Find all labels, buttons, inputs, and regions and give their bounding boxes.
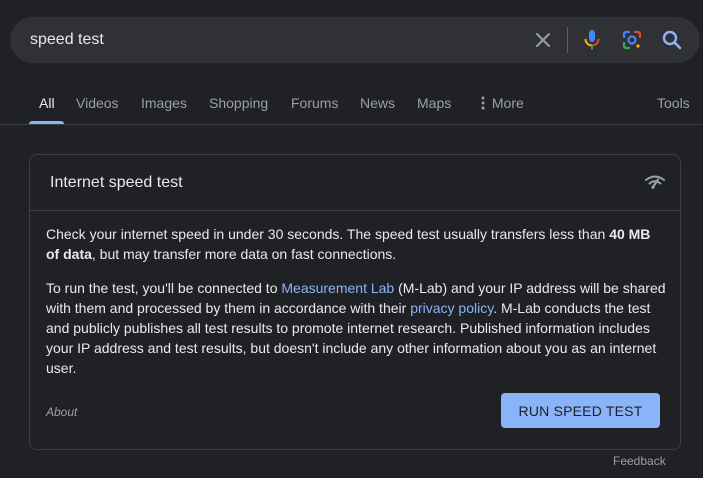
microphone-icon[interactable]: [580, 28, 604, 52]
search-icon[interactable]: [660, 28, 684, 52]
intro-paragraph: Check your internet speed in under 30 se…: [46, 224, 666, 264]
tab-more[interactable]: More: [478, 84, 524, 124]
tab-all[interactable]: All: [39, 84, 55, 124]
wifi-signal-icon: [645, 175, 665, 189]
tab-images[interactable]: Images: [141, 84, 187, 124]
privacy-paragraph: To run the test, you'll be connected to …: [46, 278, 666, 378]
tab-tools[interactable]: Tools: [657, 84, 690, 124]
camera-lens-icon[interactable]: [620, 28, 644, 52]
feedback-link[interactable]: Feedback: [613, 454, 666, 468]
tab-more-label: More: [491, 95, 524, 111]
search-bar-divider: [567, 27, 568, 53]
about-link[interactable]: About: [46, 405, 77, 419]
card-divider: [30, 210, 680, 211]
measurement-lab-link[interactable]: Measurement Lab: [281, 280, 394, 296]
run-speed-test-button[interactable]: RUN SPEED TEST: [501, 393, 660, 428]
privacy-policy-link[interactable]: privacy policy: [410, 300, 493, 316]
privacy-text-1: To run the test, you'll be connected to: [46, 280, 282, 296]
tab-news[interactable]: News: [360, 84, 395, 124]
tab-videos[interactable]: Videos: [76, 84, 119, 124]
tab-forums[interactable]: Forums: [291, 84, 338, 124]
intro-text-2: , but may transfer more data on fast con…: [91, 246, 397, 262]
card-title: Internet speed test: [50, 174, 183, 191]
more-vert-icon: [481, 96, 485, 110]
tab-shopping[interactable]: Shopping: [209, 84, 268, 124]
speed-test-card: Internet speed test Check your internet …: [29, 154, 681, 450]
search-tabs: All Videos Images Shopping Forums News M…: [0, 84, 703, 124]
close-icon[interactable]: [531, 28, 555, 52]
search-input[interactable]: [30, 17, 510, 63]
search-bar[interactable]: [10, 17, 700, 63]
tab-maps[interactable]: Maps: [417, 84, 451, 124]
intro-text-1: Check your internet speed in under 30 se…: [46, 226, 610, 242]
tabs-divider: [0, 124, 703, 125]
